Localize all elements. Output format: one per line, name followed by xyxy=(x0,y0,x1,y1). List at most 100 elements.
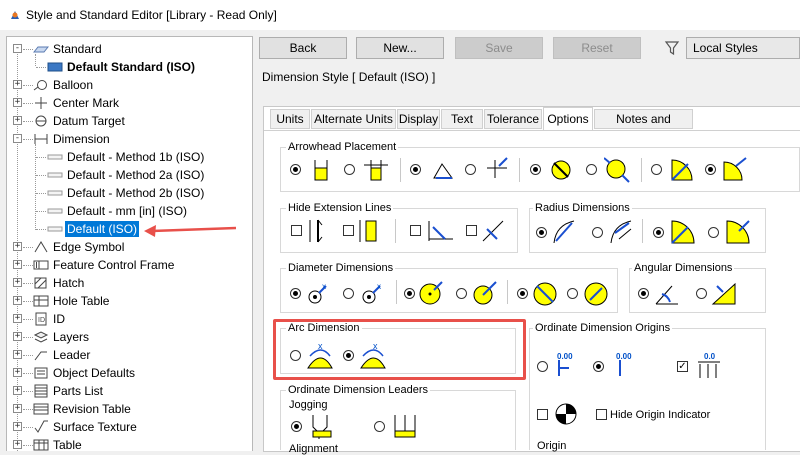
tree-item[interactable]: Default - Method 2b (ISO) xyxy=(7,184,250,202)
tree-item[interactable]: Default - Method 1b (ISO) xyxy=(7,148,250,166)
expand-icon[interactable]: + xyxy=(13,278,22,287)
ordinate-origin-indicator-checkbox[interactable] xyxy=(537,409,548,420)
revision-table-icon xyxy=(33,403,49,415)
tree-item[interactable]: + ID ID xyxy=(7,310,250,328)
tab-display[interactable]: Display xyxy=(397,109,440,129)
expand-icon[interactable]: + xyxy=(13,98,22,107)
tree-item[interactable]: Default - Method 2a (ISO) xyxy=(7,166,250,184)
style-icon xyxy=(47,208,63,214)
hatch-icon xyxy=(34,277,47,289)
arc-dimension-radio[interactable] xyxy=(290,350,301,361)
tree-item[interactable]: + Hole Table xyxy=(7,292,250,310)
expand-icon[interactable]: + xyxy=(13,80,22,89)
expand-icon[interactable]: + xyxy=(13,314,22,323)
hide-extension-checkbox[interactable] xyxy=(343,225,354,236)
tab-options[interactable]: Options xyxy=(543,107,593,131)
tree-item-label: Dimension xyxy=(53,132,110,146)
radius-option-radio[interactable] xyxy=(653,227,664,238)
tree-item[interactable]: Default - mm [in] (ISO) xyxy=(7,202,250,220)
active-standard-icon xyxy=(47,62,63,72)
tree-item[interactable]: + Object Defaults xyxy=(7,364,250,382)
angular-option-radio[interactable] xyxy=(638,288,649,299)
diameter-option-radio[interactable] xyxy=(290,288,301,299)
ordinate-origin-c-icon xyxy=(698,361,720,378)
expand-icon[interactable]: + xyxy=(13,116,22,125)
ordinate-jogging-radio[interactable] xyxy=(374,421,385,432)
collapse-icon[interactable]: - xyxy=(13,134,22,143)
arrowhead-option-radio[interactable] xyxy=(410,164,421,175)
reset-button[interactable]: Reset xyxy=(553,37,641,59)
tree-item[interactable]: + Surface Texture xyxy=(7,418,250,436)
ordinate-origin-a-icon xyxy=(558,360,569,376)
tree-item[interactable]: Default Standard (ISO) xyxy=(7,58,250,76)
tree-item[interactable]: + Revision Table xyxy=(7,400,250,418)
expand-icon[interactable]: + xyxy=(13,440,22,449)
tree-item[interactable]: + Table xyxy=(7,436,250,451)
tree-item[interactable]: - Standard xyxy=(7,40,250,58)
expand-icon[interactable]: + xyxy=(13,404,22,413)
hide-extension-checkbox[interactable] xyxy=(466,225,477,236)
expand-icon[interactable]: + xyxy=(13,350,22,359)
tree-item-label: Default Standard (ISO) xyxy=(67,60,196,74)
arrowhead-option-radio[interactable] xyxy=(465,164,476,175)
diameter-option-radio[interactable] xyxy=(456,288,467,299)
arrowhead-option-radio[interactable] xyxy=(705,164,716,175)
tree-item[interactable]: + Feature Control Frame xyxy=(7,256,250,274)
tab-tolerance[interactable]: Tolerance xyxy=(484,109,542,129)
diameter-option-radio[interactable] xyxy=(567,288,578,299)
origin-label: Origin xyxy=(537,440,567,452)
tab-text[interactable]: Text xyxy=(441,109,483,129)
expand-icon[interactable]: + xyxy=(13,422,22,431)
save-button[interactable]: Save xyxy=(455,37,543,59)
hide-extension-checkbox[interactable] xyxy=(410,225,421,236)
style-filter-dropdown[interactable]: Local Styles xyxy=(686,37,800,59)
collapse-icon[interactable]: - xyxy=(13,44,22,53)
expand-icon[interactable]: + xyxy=(13,332,22,341)
arrowhead-option-radio[interactable] xyxy=(290,164,301,175)
arrowhead-option-radio[interactable] xyxy=(530,164,541,175)
diameter-option-radio[interactable] xyxy=(343,288,354,299)
tab-units[interactable]: Units xyxy=(270,109,310,129)
leader-icon xyxy=(34,351,47,361)
arc-dimension-radio[interactable] xyxy=(343,350,354,361)
diameter-option-radio[interactable] xyxy=(404,288,415,299)
tab-alternate-units[interactable]: Alternate Units xyxy=(311,109,396,129)
tree-item[interactable]: + Datum Target xyxy=(7,112,250,130)
arrowhead-option-radio[interactable] xyxy=(651,164,662,175)
ordinate-origin-checkbox[interactable]: ✓ xyxy=(677,361,688,372)
tree-item[interactable]: + Edge Symbol xyxy=(7,238,250,256)
hide-extension-checkbox[interactable] xyxy=(291,225,302,236)
tree-item-label: Layers xyxy=(53,330,90,344)
expand-icon[interactable]: + xyxy=(13,296,22,305)
style-tree[interactable]: - Standard Default Standard (ISO) + Balloon +… xyxy=(6,36,253,451)
expand-icon[interactable]: + xyxy=(13,368,22,377)
filter-icon[interactable] xyxy=(664,40,680,56)
option-separator xyxy=(642,219,643,243)
expand-icon[interactable]: + xyxy=(13,260,22,269)
angular-option-radio[interactable] xyxy=(696,288,707,299)
tree-item[interactable]: + Parts List xyxy=(7,382,250,400)
radius-option-radio[interactable] xyxy=(708,227,719,238)
ordinate-origin-radio[interactable] xyxy=(593,361,604,372)
tree-item[interactable]: - Dimension xyxy=(7,130,250,148)
diameter-full-b-icon xyxy=(584,282,608,306)
expand-icon[interactable]: + xyxy=(13,242,22,251)
new-button[interactable]: New... xyxy=(356,37,444,59)
tab-notes-and-leaders[interactable]: Notes and Leaders xyxy=(594,109,693,145)
arrowhead-option-radio[interactable] xyxy=(586,164,597,175)
radius-option-radio[interactable] xyxy=(592,227,603,238)
ordinate-origin-radio[interactable] xyxy=(537,361,548,372)
back-button[interactable]: Back xyxy=(259,37,347,59)
arrowhead-option-radio[interactable] xyxy=(344,164,355,175)
tree-item[interactable]: + Center Mark xyxy=(7,94,250,112)
tree-item[interactable]: + Leader xyxy=(7,346,250,364)
hide-origin-indicator-checkbox[interactable] xyxy=(596,409,607,420)
expand-icon[interactable]: + xyxy=(13,386,22,395)
tree-item[interactable]: + Hatch xyxy=(7,274,250,292)
diameter-option-radio[interactable] xyxy=(517,288,528,299)
tree-item[interactable]: + Balloon xyxy=(7,76,250,94)
ordinate-jogging-radio[interactable] xyxy=(291,421,302,432)
tree-item-label: Standard xyxy=(53,42,102,56)
radius-option-radio[interactable] xyxy=(536,227,547,238)
tree-item[interactable]: + Layers xyxy=(7,328,250,346)
